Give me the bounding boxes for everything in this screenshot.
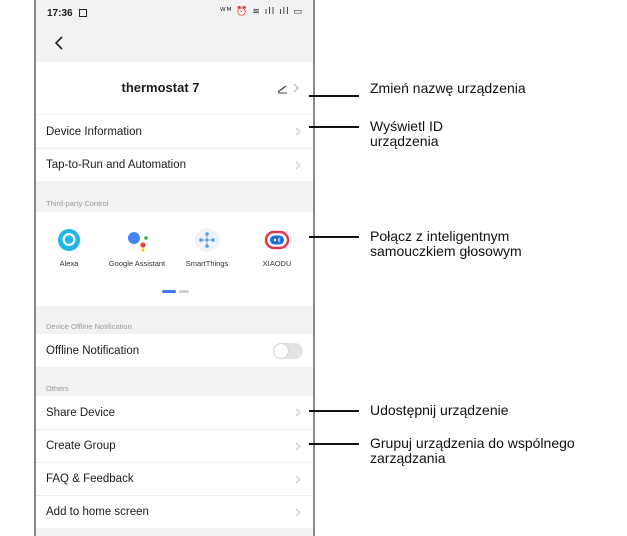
status-bar: 17:36 ᵂᴹ ⏰ ≋ ıll ıll ▭ [36,0,313,26]
smartthings-label: SmartThings [185,259,229,268]
row-label: Offline Notification [46,344,140,357]
device-title-card: thermostat 7 [36,62,313,114]
status-indicators: ᵂᴹ ⏰ ≋ ıll ıll ▭ [219,7,303,17]
chevron-right-icon [295,408,301,417]
chevron-right-icon [295,161,301,170]
chevron-left-icon[interactable] [50,33,70,53]
xiaodu-icon [264,230,290,250]
callout-line-device-id [309,126,359,128]
callout-group-text: Grupuj urządzenia do wspólnego zarządzan… [370,435,575,466]
callout-device-id-text: Wyświetl ID urządzenia [370,118,443,149]
chevron-right-icon [295,508,301,517]
chevron-right-icon [295,475,301,484]
alexa-label: Alexa [59,259,79,268]
callout-voice-text: Połącz z inteligentnym samouczkiem głoso… [370,228,522,259]
row-label: FAQ & Feedback [46,473,134,485]
offline-notification-toggle[interactable] [273,343,303,359]
row-label: Device Information [46,125,142,138]
others-card: Share Device Create Group FAQ & Feedback… [36,396,313,528]
google-assistant-icon [128,232,148,252]
xiaodu-tile[interactable]: XIAODU [246,226,308,268]
alexa-icon [58,229,80,251]
offline-card: Offline Notification [36,334,313,367]
third-party-section-label: Third-party Control [46,199,109,208]
callout-line-group [309,443,359,445]
smartthings-tile[interactable]: SmartThings [176,226,238,268]
share-device-row[interactable]: Share Device [36,396,313,429]
others-section-label: Others [46,384,69,393]
device-name: thermostat 7 [121,80,200,95]
callout-line-rename [309,95,359,97]
page-dot [179,290,189,293]
toggle-knob [274,344,288,358]
status-time: 17:36 [47,8,73,19]
xiaodu-label: XIAODU [262,259,292,268]
faq-feedback-row[interactable]: FAQ & Feedback [36,462,313,495]
pencil-icon[interactable] [275,81,303,95]
third-party-control-card: Alexa Google Assistant SmartThings XIAOD… [36,212,313,306]
page-dot-active [162,290,176,293]
tap-to-run-row[interactable]: Tap-to-Run and Automation [36,148,313,181]
callout-line-share [309,410,359,412]
row-label: Share Device [46,406,116,419]
add-to-home-screen-row[interactable]: Add to home screen [36,495,313,528]
google-assistant-label: Google Assistant [108,259,166,268]
chevron-right-icon [295,442,301,451]
notification-icon [79,9,87,17]
callout-line-voice [309,236,359,238]
device-menu-top: Device Information Tap-to-Run and Automa… [36,115,313,181]
offline-notification-row: Offline Notification [36,334,313,367]
phone-screen: 17:36 ᵂᴹ ⏰ ≋ ıll ıll ▭ thermostat 7 Devi… [34,0,315,536]
row-label: Tap-to-Run and Automation [46,159,187,171]
device-information-row[interactable]: Device Information [36,115,313,148]
alexa-tile[interactable]: Alexa [38,226,100,268]
callout-share-text: Udostępnij urządzenie [370,402,509,418]
create-group-row[interactable]: Create Group [36,429,313,462]
offline-section-label: Device Offline Notification [46,322,132,331]
row-label: Add to home screen [46,506,149,518]
google-assistant-tile[interactable]: Google Assistant [106,226,168,268]
smartthings-icon [195,228,219,252]
callout-rename-text: Zmień nazwę urządzenia [370,80,526,96]
chevron-right-icon [295,127,301,136]
row-label: Create Group [46,440,116,452]
